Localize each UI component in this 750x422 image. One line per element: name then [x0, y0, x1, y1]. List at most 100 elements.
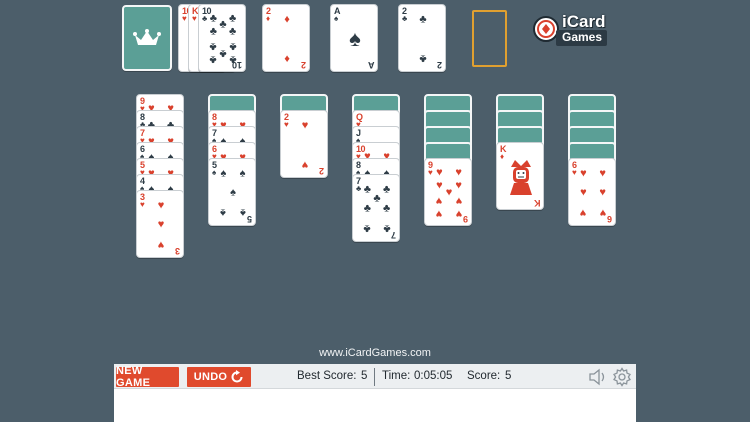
clubs-pip-icon: ♣ [382, 222, 391, 235]
tableau-card[interactable]: K ♦ K [496, 142, 544, 210]
sound-icon[interactable] [588, 367, 610, 387]
hearts-pip-icon: ♥ [580, 206, 587, 219]
hearts-pip-icon: ♥ [301, 119, 309, 132]
spades-suit-icon: ♠ [334, 14, 339, 23]
foundation-card[interactable]: 2 ♣ 2 ♣ ♣ [398, 4, 446, 72]
time-value: 0:05:05 [414, 370, 453, 382]
hearts-pip-icon: ♥ [436, 207, 443, 220]
clubs-pip-icon: ♣ [209, 40, 217, 53]
logo-text-games: Games [556, 30, 608, 46]
tableau-card[interactable]: 7 ♣ 7 ♣ ♣ ♣ ♣ ♣ ♣ ♣ [352, 174, 400, 242]
foundation-empty-slot[interactable] [472, 10, 507, 67]
clubs-pip-icon: ♣ [419, 52, 427, 65]
clubs-suit-icon: ♣ [202, 14, 208, 23]
hearts-pip-icon: ♥ [445, 186, 453, 199]
time-label: Time: [382, 370, 411, 382]
waste-card[interactable]: 10 ♣ 10 ♣ ♣ ♣ ♣ ♣ ♣ ♣ ♣ ♣ ♣ [198, 4, 246, 72]
clubs-pip-icon: ♣ [419, 13, 427, 26]
hearts-suit-icon: ♥ [572, 168, 577, 177]
clubs-pip-icon: ♣ [363, 202, 371, 215]
tableau-card[interactable]: 5 ♠ 5 ♠ ♠ ♠ ♠ ♠ [208, 158, 256, 226]
new-game-label: NEW GAME [116, 365, 151, 389]
diamonds-suit-icon: ♦ [500, 152, 505, 161]
card-rank-corner: K [533, 198, 541, 208]
diamonds-pip-icon: ♦ [284, 13, 290, 26]
clubs-pip-icon: ♣ [382, 183, 391, 196]
hearts-suit-icon: ♥ [192, 14, 197, 23]
tableau-card[interactable]: 6♥6♥♥♥♥♥♥ [568, 158, 616, 226]
card-rank-corner: 2 [436, 60, 442, 70]
card-rank-corner: 9 [462, 214, 468, 224]
hearts-pip-icon: ♥ [436, 194, 443, 207]
spades-pip-icon: ♠ [239, 206, 246, 219]
crown-icon [133, 29, 161, 45]
clubs-pip-icon: ♣ [228, 40, 237, 53]
hearts-pip-icon: ♥ [455, 166, 462, 179]
hearts-pip-icon: ♥ [436, 166, 443, 179]
spades-pip-icon: ♠ [220, 206, 227, 219]
card-rank-corner: 3 [174, 246, 180, 256]
spades-pip-icon: ♠ [239, 167, 246, 180]
undo-button[interactable]: UNDO [187, 367, 251, 387]
icardgames-logo: iCard Games [532, 13, 612, 49]
clubs-pip-icon: ♣ [228, 25, 237, 38]
spades-pip-icon: ♠ [220, 167, 227, 180]
hearts-suit-icon: ♥ [140, 200, 145, 209]
hearts-pip-icon: ♥ [455, 179, 462, 192]
clubs-pip-icon: ♣ [209, 53, 217, 66]
card-rank-corner: A [367, 60, 375, 70]
king-face-icon [510, 160, 532, 195]
foundation-card[interactable]: 2 ♦ 2 ♦ ♦ [262, 4, 310, 72]
clubs-pip-icon: ♣ [363, 183, 371, 196]
hearts-pip-icon: ♥ [157, 199, 165, 212]
card-rank-corner: 5 [246, 214, 252, 224]
diamonds-suit-icon: ♦ [266, 14, 271, 23]
hearts-pip-icon: ♥ [157, 218, 165, 231]
game-toolbar: NEW GAME UNDO Best Score: 5 Time: 0:05:0… [114, 364, 636, 389]
card-rank-corner: 7 [390, 230, 396, 240]
clubs-suit-icon: ♣ [402, 14, 408, 23]
hearts-pip-icon: ♥ [157, 238, 165, 251]
hearts-pip-icon: ♥ [599, 167, 606, 180]
spades-suit-icon: ♠ [212, 168, 217, 177]
undo-arrow-icon [231, 370, 243, 383]
hearts-suit-icon: ♥ [284, 120, 289, 129]
diamonds-pip-icon: ♦ [284, 52, 290, 65]
toolbar-separator [374, 368, 375, 386]
hearts-pip-icon: ♥ [455, 194, 462, 207]
clubs-pip-icon: ♣ [219, 18, 227, 31]
clubs-pip-icon: ♣ [363, 222, 371, 235]
foundation-card[interactable]: A ♠ A ♠ [330, 4, 378, 72]
tableau-card[interactable]: 2 ♥ 2 ♥ ♥ [280, 110, 328, 178]
hearts-pip-icon: ♥ [580, 186, 587, 199]
hearts-pip-icon: ♥ [599, 186, 606, 199]
tableau-card[interactable]: 3 ♥ 3 ♥ ♥ ♥ [136, 190, 184, 258]
spades-pip-icon: ♠ [349, 26, 361, 51]
hearts-pip-icon: ♥ [301, 158, 309, 171]
card-rank-corner: 2 [318, 166, 324, 176]
clubs-pip-icon: ♣ [209, 12, 217, 25]
score-value: 5 [505, 370, 512, 382]
new-game-button[interactable]: NEW GAME [116, 365, 179, 389]
clubs-pip-icon: ♣ [373, 192, 381, 205]
card-rank-corner: 6 [606, 214, 612, 224]
clubs-pip-icon: ♣ [382, 202, 391, 215]
tableau-card[interactable]: 9♥9♥♥♥♥♥♥♥♥♥ [424, 158, 472, 226]
bottom-panel [114, 389, 636, 422]
clubs-pip-icon: ♣ [209, 25, 217, 38]
hearts-pip-icon: ♥ [455, 207, 462, 220]
hearts-suit-icon: ♥ [182, 14, 187, 23]
site-url-text[interactable]: www.iCardGames.com [0, 347, 750, 359]
card-rank-corner: 2 [300, 60, 306, 70]
clubs-pip-icon: ♣ [228, 53, 237, 66]
clubs-pip-icon: ♣ [228, 12, 237, 25]
hearts-pip-icon: ♥ [580, 167, 587, 180]
clubs-pip-icon: ♣ [219, 47, 227, 60]
best-score-label: Best Score: [297, 370, 357, 382]
logo-text-icard: iCard [562, 12, 606, 31]
score-label: Score: [467, 370, 501, 382]
stock-pile[interactable] [122, 5, 172, 71]
hearts-suit-icon: ♥ [428, 168, 433, 177]
settings-icon[interactable] [612, 367, 632, 387]
undo-label: UNDO [193, 371, 228, 383]
